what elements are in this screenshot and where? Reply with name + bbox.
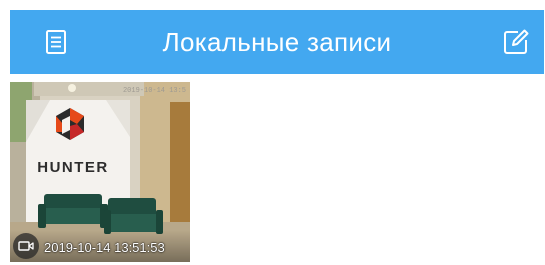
banner-logo-text: HUNTER	[37, 159, 109, 176]
page-title: Локальные записи	[162, 27, 392, 57]
recording-thumbnail[interactable]: HUNTER 2019-10-14 13:5 2019-10-14 13:51:…	[10, 82, 190, 262]
edit-icon	[504, 29, 529, 54]
video-type-badge	[13, 233, 39, 259]
camera-osd-text: 2019-10-14 13:5	[122, 87, 186, 95]
edit-button[interactable]	[500, 26, 532, 58]
video-camera-icon	[18, 241, 34, 251]
recording-timestamp: 2019-10-14 13:51:53	[44, 240, 165, 255]
top-bar: Локальные записи	[10, 10, 544, 74]
